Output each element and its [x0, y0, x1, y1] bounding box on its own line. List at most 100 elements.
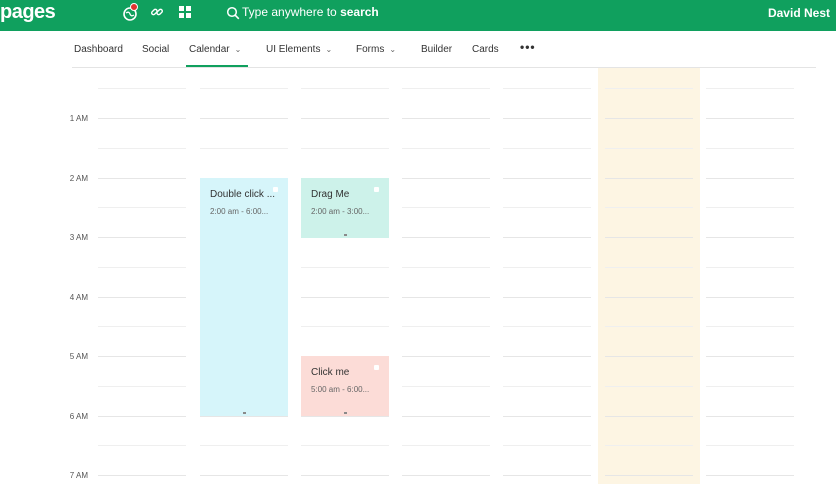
nav-dashboard-label: Dashboard	[74, 44, 123, 55]
grid-line	[706, 326, 794, 327]
grid-line	[402, 148, 490, 149]
calendar-event[interactable]: Drag Me 2:00 am - 3:00...	[301, 178, 389, 238]
event-marker-icon	[374, 187, 379, 192]
grid-line	[503, 207, 591, 208]
grid-line	[605, 475, 693, 476]
time-label: 1 AM	[69, 114, 88, 123]
nav-dashboard[interactable]: Dashboard	[74, 44, 123, 55]
grid-line	[706, 475, 794, 476]
event-title: Click me	[311, 367, 350, 378]
event-resize-handle[interactable]	[344, 412, 347, 414]
nav-ui-elements-label: UI Elements	[266, 44, 321, 55]
grid-line	[706, 88, 794, 89]
time-label: 6 AM	[69, 412, 88, 421]
grid-line	[200, 118, 288, 119]
grid-line	[706, 267, 794, 268]
grid-line	[605, 267, 693, 268]
grid-line	[503, 178, 591, 179]
grid-line	[301, 475, 389, 476]
event-title: Drag Me	[311, 189, 350, 200]
grid-line	[98, 267, 186, 268]
notification-badge	[130, 3, 138, 11]
grid-line	[200, 475, 288, 476]
grid-line	[605, 88, 693, 89]
grid-line	[402, 297, 490, 298]
grid-line	[605, 356, 693, 357]
grid-line	[98, 475, 186, 476]
search-placeholder-bold: search	[340, 5, 379, 19]
grid-line	[503, 297, 591, 298]
event-time: 2:00 am - 3:00...	[311, 207, 370, 216]
grid-line	[706, 207, 794, 208]
calendar-event[interactable]: Double click ... 2:00 am - 6:00...	[200, 178, 288, 416]
grid-line	[605, 207, 693, 208]
grid-line	[503, 475, 591, 476]
grid-line	[402, 88, 490, 89]
grid-line	[503, 445, 591, 446]
more-menu-icon[interactable]: •••	[520, 40, 536, 54]
time-label: 7 AM	[69, 471, 88, 480]
grid-line	[98, 297, 186, 298]
nav-forms[interactable]: Forms ⌄	[356, 44, 396, 55]
grid-line	[98, 148, 186, 149]
link-icon[interactable]	[150, 5, 166, 21]
grid-line	[200, 88, 288, 89]
grid-line	[402, 118, 490, 119]
grid-line	[503, 416, 591, 417]
calendar-event[interactable]: Click me 5:00 am - 6:00...	[301, 356, 389, 416]
nav-builder[interactable]: Builder	[421, 44, 452, 55]
brand-logo[interactable]: pages	[0, 1, 56, 24]
grid-line	[605, 416, 693, 417]
chevron-down-icon: ⌄	[234, 45, 242, 54]
grid-line	[301, 148, 389, 149]
grid-line	[98, 118, 186, 119]
search-input[interactable]: Type anywhere to search	[242, 5, 379, 19]
calendar-week-view: 1 AM 2 AM 3 AM 4 AM 5 AM 6 AM 7 AM Doubl…	[0, 68, 836, 484]
event-resize-handle[interactable]	[243, 412, 246, 414]
grid-line	[98, 386, 186, 387]
nav-cards-label: Cards	[472, 44, 499, 55]
nav-builder-label: Builder	[421, 44, 453, 55]
chevron-down-icon: ⌄	[325, 45, 333, 54]
chevron-down-icon: ⌄	[389, 45, 397, 54]
grid-line	[402, 237, 490, 238]
grid-line	[503, 326, 591, 327]
grid-line	[402, 356, 490, 357]
grid-line	[605, 118, 693, 119]
grid-line	[402, 386, 490, 387]
grid-line	[301, 118, 389, 119]
active-tab-indicator	[186, 65, 248, 67]
nav-social[interactable]: Social	[142, 44, 169, 55]
grid-line	[706, 237, 794, 238]
time-label: 2 AM	[69, 174, 88, 183]
grid-line	[706, 118, 794, 119]
time-label: 5 AM	[69, 352, 88, 361]
nav-calendar[interactable]: Calendar ⌄	[189, 44, 241, 55]
user-name[interactable]: David Nest	[768, 6, 830, 20]
event-time: 2:00 am - 6:00...	[210, 207, 269, 216]
nav-cards[interactable]: Cards	[472, 44, 499, 55]
grid-line	[98, 237, 186, 238]
globe-notification-icon[interactable]	[122, 3, 138, 21]
grid-line	[706, 356, 794, 357]
grid-line	[706, 148, 794, 149]
search-icon[interactable]	[226, 6, 240, 20]
grid-line	[605, 326, 693, 327]
event-marker-icon	[273, 187, 278, 192]
grid-line	[402, 475, 490, 476]
grid-line	[706, 416, 794, 417]
grid-line	[503, 386, 591, 387]
grid-line	[301, 326, 389, 327]
grid-line	[402, 416, 490, 417]
grid-line	[605, 237, 693, 238]
time-label: 4 AM	[69, 293, 88, 302]
apps-grid-icon[interactable]	[178, 5, 194, 21]
grid-line	[200, 416, 288, 417]
event-resize-handle[interactable]	[344, 234, 347, 236]
grid-line	[98, 416, 186, 417]
grid-line	[503, 148, 591, 149]
nav-forms-label: Forms	[356, 44, 385, 55]
event-time: 5:00 am - 6:00...	[311, 385, 370, 394]
nav-ui-elements[interactable]: UI Elements ⌄	[266, 44, 332, 55]
grid-line	[402, 326, 490, 327]
